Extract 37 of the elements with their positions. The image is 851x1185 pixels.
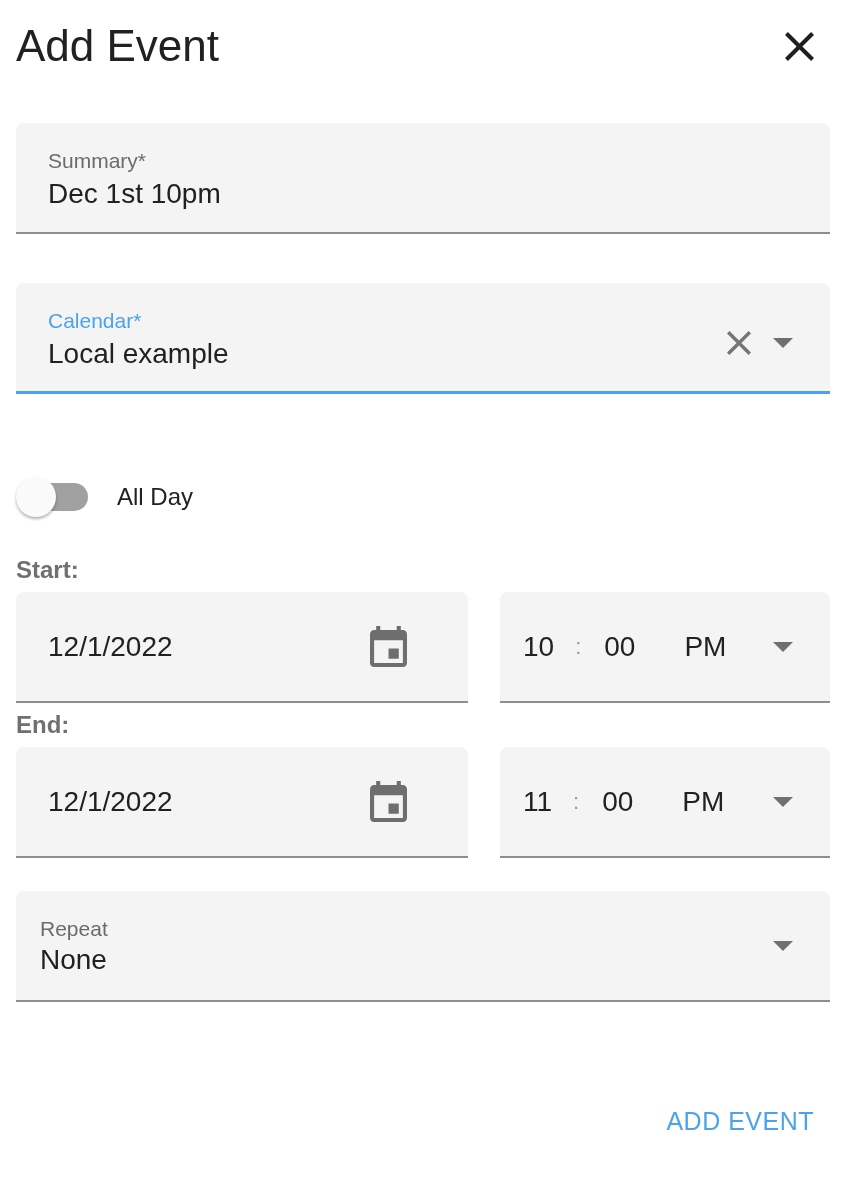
date-field[interactable]: 12/1/2022 <box>16 747 468 858</box>
field-label: Repeat <box>40 917 108 941</box>
dialog-title: Add Event <box>16 20 220 72</box>
time-separator: : <box>573 788 580 815</box>
text-field[interactable]: Summary* Dec 1st 10pm <box>16 123 830 234</box>
section-label: Start: <box>16 556 79 584</box>
calendar-icon[interactable] <box>370 781 407 822</box>
clear-icon[interactable] <box>727 331 751 355</box>
close-icon <box>785 31 814 61</box>
time-field[interactable]: 10 : 00 PM <box>500 592 830 703</box>
field-label: Calendar* <box>48 309 142 333</box>
date-value: 12/1/2022 <box>48 630 173 663</box>
hour-value: 10 <box>523 630 555 663</box>
hour-value: 11 <box>523 785 553 818</box>
caret-icon <box>773 338 793 348</box>
close-button[interactable] <box>785 31 814 61</box>
date-field[interactable]: 12/1/2022 <box>16 592 468 703</box>
field-value: Local example <box>48 338 229 370</box>
minute-value: 00 <box>604 630 636 663</box>
caret-icon <box>773 796 793 807</box>
date-value: 12/1/2022 <box>48 785 173 818</box>
dropdown-field[interactable]: Repeat None <box>16 891 830 1002</box>
caret-icon <box>773 641 793 652</box>
caret-icon <box>773 941 793 951</box>
field-value: None <box>40 944 107 976</box>
minute-value: 00 <box>602 785 634 818</box>
dropdown-field[interactable]: Calendar* Local example <box>16 283 830 394</box>
field-label: Summary* <box>48 149 147 173</box>
time-field[interactable]: 11 : 00 PM <box>500 747 830 858</box>
time-separator: : <box>575 633 582 660</box>
period-value: PM <box>684 630 727 663</box>
section-label: End: <box>16 711 70 739</box>
period-value: PM <box>682 785 725 818</box>
calendar-icon[interactable] <box>370 626 407 667</box>
field-value: Dec 1st 10pm <box>48 178 221 210</box>
toggle-label: All Day <box>117 483 194 511</box>
toggle-switch[interactable] <box>16 477 88 517</box>
